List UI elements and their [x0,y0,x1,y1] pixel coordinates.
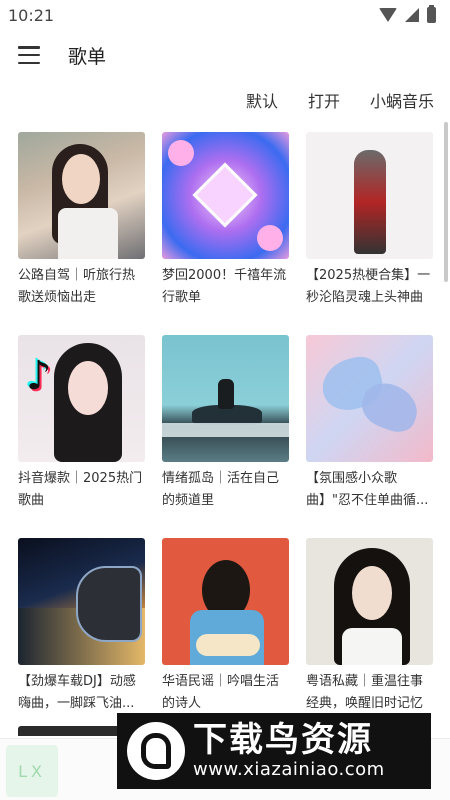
playlist-title: 情绪孤岛｜活在自己的频道里 [162,471,280,508]
watermark-title: 下载鸟资源 [193,720,373,760]
playlist-card[interactable]: 梦回2000！千禧年流行歌单 [162,132,289,309]
playlist-cover [306,538,433,665]
playlist-cover [306,132,433,259]
battery-icon [427,5,436,23]
playlist-card[interactable]: 华语民谣｜吟唱生活的诗人 [162,538,289,715]
signal-icon [405,8,419,22]
playlist-cover [162,538,289,665]
filter-default[interactable]: 默认 [246,88,278,112]
player-thumbnail[interactable]: LX [6,745,58,797]
menu-icon[interactable] [18,46,40,64]
playlist-cover: ♪ [18,335,145,462]
playlist-card[interactable]: ♪ 抖音爆款｜2025热门歌曲 [18,335,145,512]
tiktok-logo-icon: ♪ [26,353,52,399]
page-title: 歌单 [68,45,107,68]
playlist-title: 粤语私藏｜重温往事经典，唤醒旧时记忆 [306,674,424,711]
watermark-url: www.xiazainiao.com [193,759,385,780]
playlist-title: 华语民谣｜吟唱生活的诗人 [162,674,280,711]
playlist-card[interactable]: 【氛围感小众歌曲】"忍不住单曲循... [306,335,433,512]
app-bar: 歌单 [0,30,450,80]
wifi-icon [379,8,397,22]
playlist-card[interactable]: 【劲爆车载DJ】动感嗨曲，一脚踩飞油... [18,538,145,715]
playlist-title: 梦回2000！千禧年流行歌单 [162,268,287,305]
bird-logo-icon [127,722,185,780]
status-bar: 10:21 [0,0,450,30]
filter-open[interactable]: 打开 [308,88,340,112]
playlist-cover [162,335,289,462]
playlist-title: 【劲爆车载DJ】动感嗨曲，一脚踩飞油... [18,674,136,711]
playlist-title: 抖音爆款｜2025热门歌曲 [18,471,143,508]
filter-bar: 默认 打开 小蜗音乐 [0,80,450,120]
playlist-grid: 公路自驾｜听旅行热歌送烦恼出走 梦回2000！千禧年流行歌单 【2025热梗合集… [18,132,434,715]
playlist-card[interactable]: 公路自驾｜听旅行热歌送烦恼出走 [18,132,145,309]
playlist-title: 公路自驾｜听旅行热歌送烦恼出走 [18,268,136,305]
playlist-card[interactable]: 粤语私藏｜重温往事经典，唤醒旧时记忆 [306,538,433,715]
playlist-card[interactable]: 【2025热梗合集】一秒沦陷灵魂上头神曲 [306,132,433,309]
playlist-cover [306,335,433,462]
status-time: 10:21 [8,5,55,25]
playlist-cover [18,132,145,259]
playlist-cover [162,132,289,259]
scrollbar[interactable] [444,122,448,282]
watermark-banner: 下载鸟资源 www.xiazainiao.com [117,713,431,789]
playlist-title: 【2025热梗合集】一秒沦陷灵魂上头神曲 [306,268,431,305]
filter-xiaowo-music[interactable]: 小蜗音乐 [370,88,434,112]
playlist-title: 【氛围感小众歌曲】"忍不住单曲循... [306,471,429,508]
status-icons [379,5,436,23]
playlist-card[interactable]: 情绪孤岛｜活在自己的频道里 [162,335,289,512]
playlist-cover [18,538,145,665]
